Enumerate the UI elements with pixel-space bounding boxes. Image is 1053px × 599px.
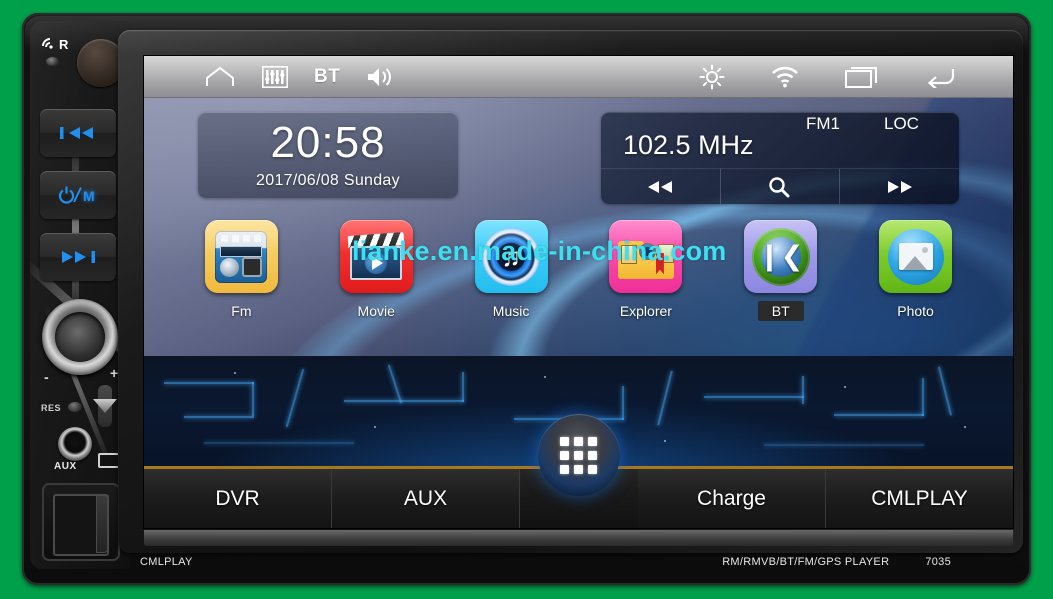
clock-widget[interactable]: 20:58 2017/06/08 Sunday	[198, 112, 458, 198]
grid-icon	[560, 436, 597, 474]
model-number: 7035	[925, 556, 951, 568]
app-bt-tile[interactable]: ❙❮	[744, 220, 818, 293]
screenshot-canvas: R M - + RES AUX BT 20:58 2017/06/08 Sund…	[0, 0, 1053, 599]
radio-scan-button[interactable]	[719, 169, 840, 204]
volume-plus-label: +	[110, 365, 119, 381]
app-music-label: Music	[492, 303, 530, 319]
svg-text:R: R	[59, 37, 69, 50]
ir-sensor-icon: R	[41, 37, 75, 50]
brand-name: CMLPLAY	[140, 556, 193, 568]
volume-minus-label: -	[44, 369, 49, 385]
app-explorer-label: Explorer	[619, 303, 672, 319]
usb-port-icon[interactable]	[98, 453, 120, 468]
app-movie[interactable]: Movie	[322, 220, 430, 321]
wallpaper-top	[144, 56, 1013, 376]
volume-knob[interactable]	[42, 299, 118, 375]
radio-button-row	[601, 168, 959, 204]
folder-icon	[617, 235, 674, 279]
bluetooth-icon: ❙❮	[751, 227, 810, 286]
music-icon: ♫	[482, 227, 541, 286]
radio-band-label: FM1	[806, 114, 840, 133]
device-branding: CMLPLAY RM/RMVB/BT/FM/GPS PLAYER 7035	[30, 547, 1023, 577]
app-photo-tile[interactable]	[879, 220, 953, 293]
radio-seek-up-button[interactable]	[839, 169, 959, 204]
reset-button[interactable]	[68, 402, 82, 412]
back-icon[interactable]	[925, 62, 955, 92]
reset-hole-icon[interactable]	[46, 57, 59, 66]
aux-label: AUX	[54, 461, 77, 472]
previous-track-button[interactable]	[40, 109, 116, 157]
touchscreen[interactable]: BT 20:58 2017/06/08 Sunday FM1 LOC 102.5…	[144, 56, 1013, 528]
radio-frequency: 102.5 MHz	[623, 130, 754, 160]
home-icon[interactable]	[204, 62, 236, 92]
app-icon-row: Fm Movie ♫ Music Explorer ❙❮ BT Photo	[144, 220, 1013, 321]
screen-bezel: BT 20:58 2017/06/08 Sunday FM1 LOC 102.5…	[118, 30, 1023, 553]
app-bt-label: BT	[757, 301, 804, 321]
dvr-button[interactable]: DVR	[144, 469, 332, 528]
photo-icon	[887, 228, 944, 285]
app-bt[interactable]: ❙❮ BT	[727, 220, 835, 321]
next-track-button[interactable]	[40, 233, 116, 281]
app-photo-label: Photo	[897, 303, 934, 319]
reset-label: RES	[41, 403, 62, 413]
equalizer-icon[interactable]	[262, 62, 288, 92]
app-photo[interactable]: Photo	[862, 220, 970, 321]
aux-input-jack[interactable]	[58, 427, 92, 461]
charge-button[interactable]: Charge	[638, 469, 826, 528]
volume-icon[interactable]	[366, 62, 394, 92]
app-fm-label: Fm	[231, 303, 252, 319]
brightness-icon[interactable]	[699, 62, 725, 92]
app-explorer[interactable]: Explorer	[592, 220, 700, 321]
model-description: RM/RMVB/BT/FM/GPS PLAYER	[722, 556, 890, 568]
clock-date: 2017/06/08 Sunday	[256, 171, 400, 189]
bluetooth-label[interactable]: BT	[314, 62, 340, 92]
app-music[interactable]: ♫ Music	[457, 220, 565, 321]
radio-widget[interactable]: FM1 LOC 102.5 MHz	[601, 112, 959, 204]
bezel-bottom-strip	[144, 530, 1013, 546]
app-music-tile[interactable]: ♫	[474, 220, 548, 293]
aux-button[interactable]: AUX	[332, 469, 520, 528]
app-fm[interactable]: Fm	[187, 220, 295, 321]
power-mode-button[interactable]: M	[40, 171, 116, 219]
cmlplay-button[interactable]: CMLPLAY	[826, 469, 1013, 528]
app-drawer-button[interactable]	[537, 414, 620, 496]
sd-card-tab[interactable]	[96, 495, 108, 553]
radio-icon	[215, 230, 268, 283]
recents-icon[interactable]	[845, 62, 879, 92]
status-bar: BT	[144, 56, 1013, 98]
radio-loc-label: LOC	[884, 114, 919, 133]
app-explorer-tile[interactable]	[609, 220, 683, 293]
wifi-icon[interactable]	[771, 62, 799, 92]
microphone-icon	[98, 385, 112, 427]
svg-text:M: M	[83, 188, 95, 204]
app-fm-tile[interactable]	[204, 220, 278, 293]
app-movie-tile[interactable]	[339, 220, 413, 293]
left-control-panel: R M - + RES AUX	[30, 21, 130, 569]
movie-icon	[347, 231, 405, 280]
app-movie-label: Movie	[357, 303, 395, 319]
car-head-unit-device: R M - + RES AUX BT 20:58 2017/06/08 Sund…	[22, 13, 1031, 585]
radio-seek-down-button[interactable]	[601, 169, 720, 204]
radio-display: FM1 LOC 102.5 MHz	[601, 112, 959, 168]
clock-time: 20:58	[270, 117, 386, 167]
